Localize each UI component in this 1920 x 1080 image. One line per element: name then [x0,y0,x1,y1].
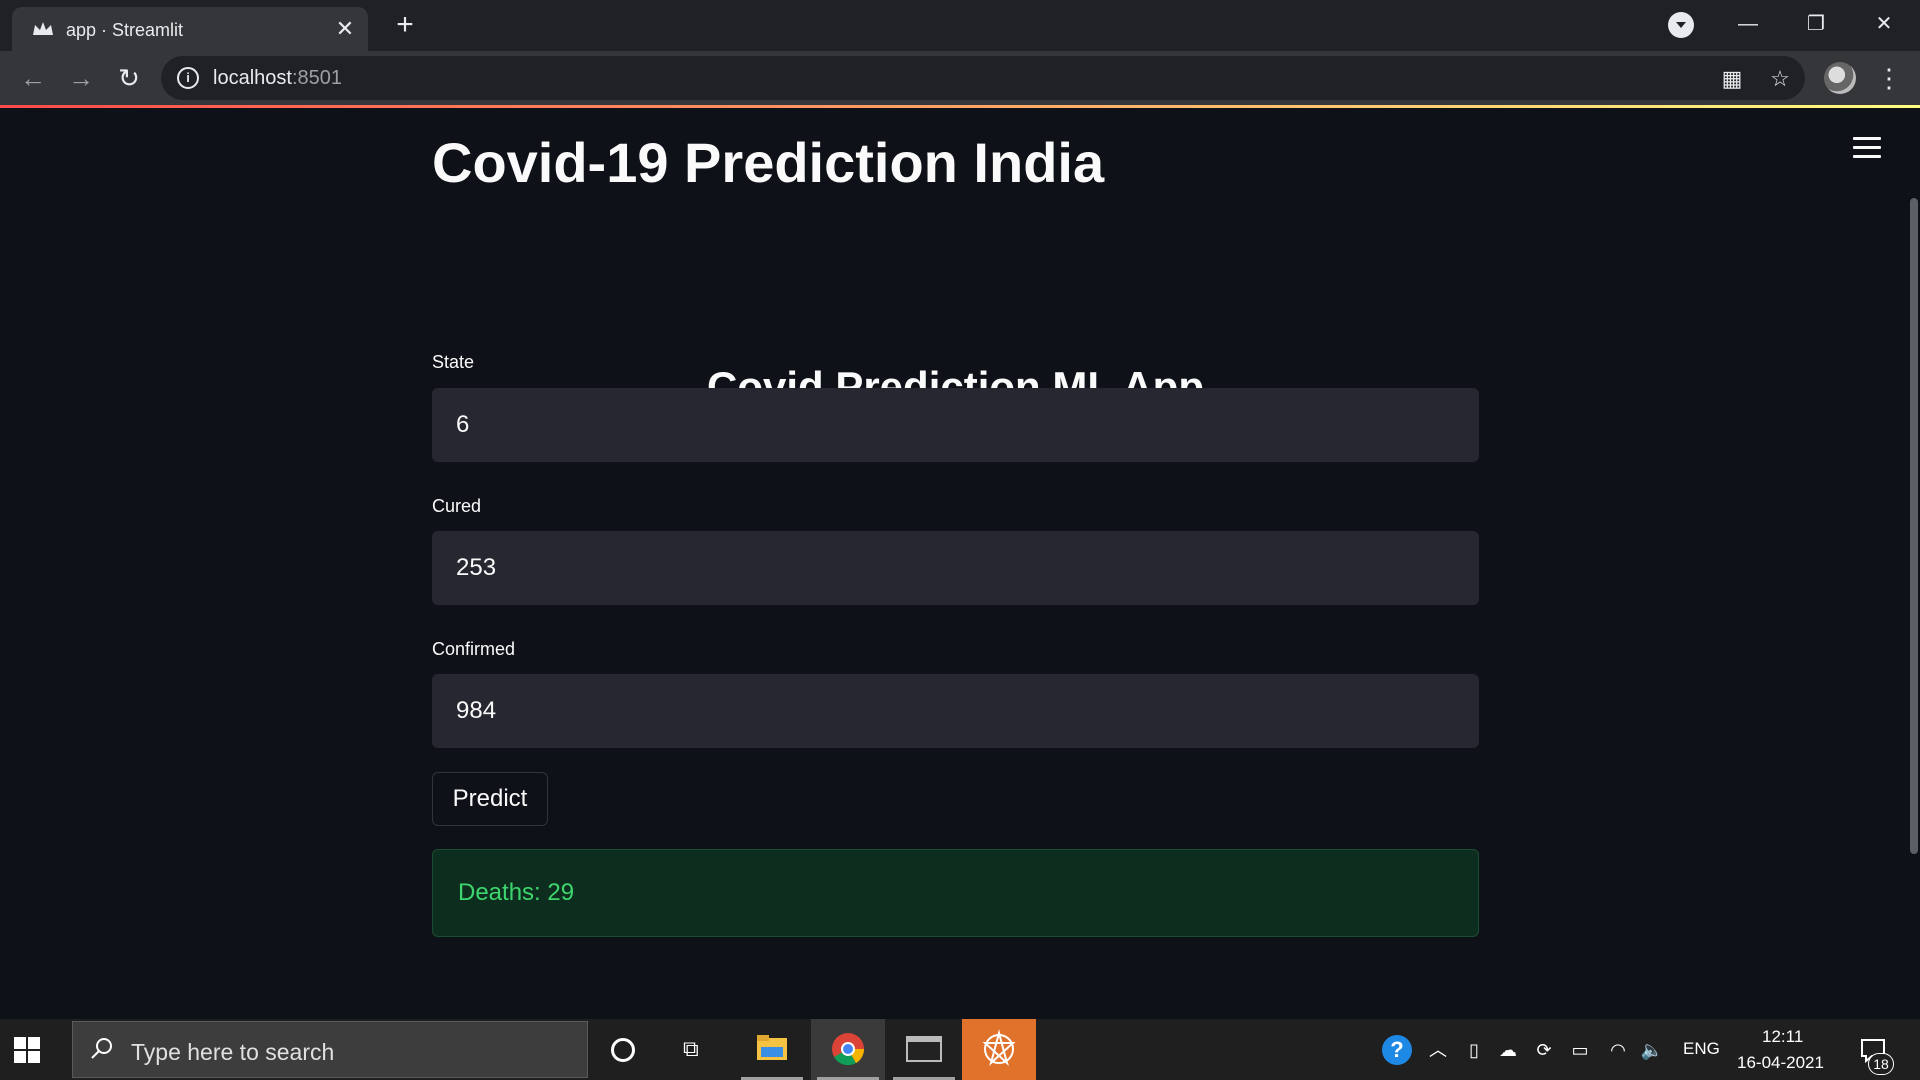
windows-start-button[interactable] [14,1037,40,1063]
bookmark-star-icon[interactable]: ☆ [1767,66,1793,92]
cortana-icon[interactable] [611,1038,635,1062]
chevron-down-icon [1676,22,1686,28]
profile-avatar[interactable] [1824,62,1856,94]
clock-date[interactable]: 16-04-2021 [1737,1053,1824,1073]
prediction-result-text: Deaths: 29 [458,879,575,906]
prediction-result-box: Deaths: 29 [432,849,1479,937]
close-tab-icon[interactable]: ✕ [332,16,358,42]
file-explorer-taskbar-icon[interactable] [735,1019,809,1080]
chevron-up-icon[interactable]: ︿ [1426,1038,1450,1062]
clock-time[interactable]: 12:11 [1762,1027,1803,1047]
streamlit-crown-icon [33,22,53,35]
qr-code-icon[interactable]: ▦ [1719,66,1745,92]
state-label: State [432,352,475,372]
volume-icon[interactable]: 🔈 [1640,1038,1664,1062]
new-tab-button[interactable]: + [390,10,420,40]
terminal-taskbar-icon[interactable] [887,1019,961,1080]
search-placeholder: Type here to search [131,1039,335,1065]
windows-taskbar: Type here to search ⧉ ? ︿ ▯ ☁ ⟳ ▭ ◠ 🔈 EN… [0,1019,1920,1080]
reload-button[interactable]: ↻ [114,63,144,93]
browser-menu-icon[interactable]: ⋮ [1876,63,1902,93]
language-indicator[interactable]: ENG [1683,1039,1720,1059]
task-view-icon[interactable]: ⧉ [683,1037,709,1061]
help-icon[interactable]: ? [1382,1035,1412,1065]
address-bar[interactable]: i localhost:8501 ▦ ☆ [161,56,1805,100]
sync-icon[interactable]: ⟳ [1532,1038,1556,1062]
device-icon[interactable]: ▯ [1462,1038,1486,1062]
info-icon[interactable]: i [177,67,199,89]
tab-search-button[interactable] [1668,12,1694,38]
app-taskbar-icon[interactable] [962,1019,1036,1080]
notification-count-badge: 18 [1868,1053,1894,1075]
url-text[interactable]: localhost:8501 [213,67,342,90]
page-title: Covid-19 Prediction India [432,131,1105,194]
onedrive-icon[interactable]: ☁ [1496,1038,1520,1062]
battery-icon[interactable]: ▭ [1568,1038,1592,1062]
hamburger-menu-icon[interactable] [1853,137,1881,163]
browser-toolbar: ← → ↻ i localhost:8501 ▦ ☆ ⋮ [0,51,1920,105]
page-scrollbar[interactable] [1910,198,1918,854]
cured-label: Cured [432,496,482,516]
restore-button[interactable]: ❐ [1786,4,1846,44]
state-input[interactable] [432,388,1479,462]
predict-button[interactable]: Predict [432,772,548,826]
browser-tab-bar: app · Streamlit ✕ + — ❐ ✕ [0,0,1920,51]
streamlit-header-decoration [0,105,1920,108]
confirmed-input[interactable] [432,674,1479,748]
taskbar-search-box[interactable]: Type here to search [72,1021,588,1078]
minimize-button[interactable]: — [1718,4,1778,44]
chrome-taskbar-icon[interactable] [811,1019,885,1080]
browser-tab[interactable]: app · Streamlit ✕ [12,7,368,51]
back-button[interactable]: ← [18,63,48,93]
close-window-button[interactable]: ✕ [1854,4,1914,44]
wifi-icon[interactable]: ◠ [1606,1038,1630,1062]
tab-title: app · Streamlit [66,20,184,40]
confirmed-label: Confirmed [432,639,516,659]
search-icon [91,1038,112,1059]
cured-input[interactable] [432,531,1479,605]
forward-button[interactable]: → [66,63,96,93]
